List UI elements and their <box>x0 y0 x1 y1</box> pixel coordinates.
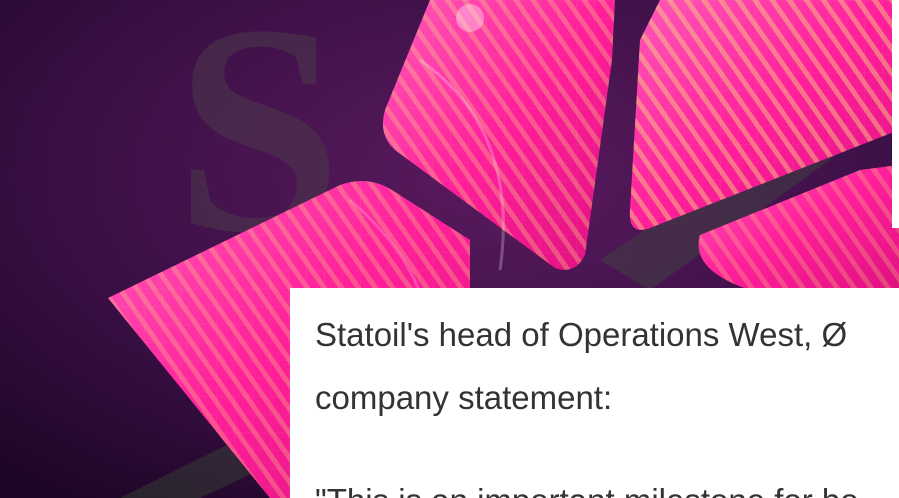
article-paragraph-line-2: company statement: <box>315 379 613 416</box>
edge-white-strip <box>892 0 899 228</box>
article-quote: "This is an important milestone for bo <box>315 481 859 498</box>
article-card: Statoil's head of Operations West, Ø com… <box>290 288 899 498</box>
article-paragraph-line-1: Statoil's head of Operations West, Ø <box>315 316 848 353</box>
